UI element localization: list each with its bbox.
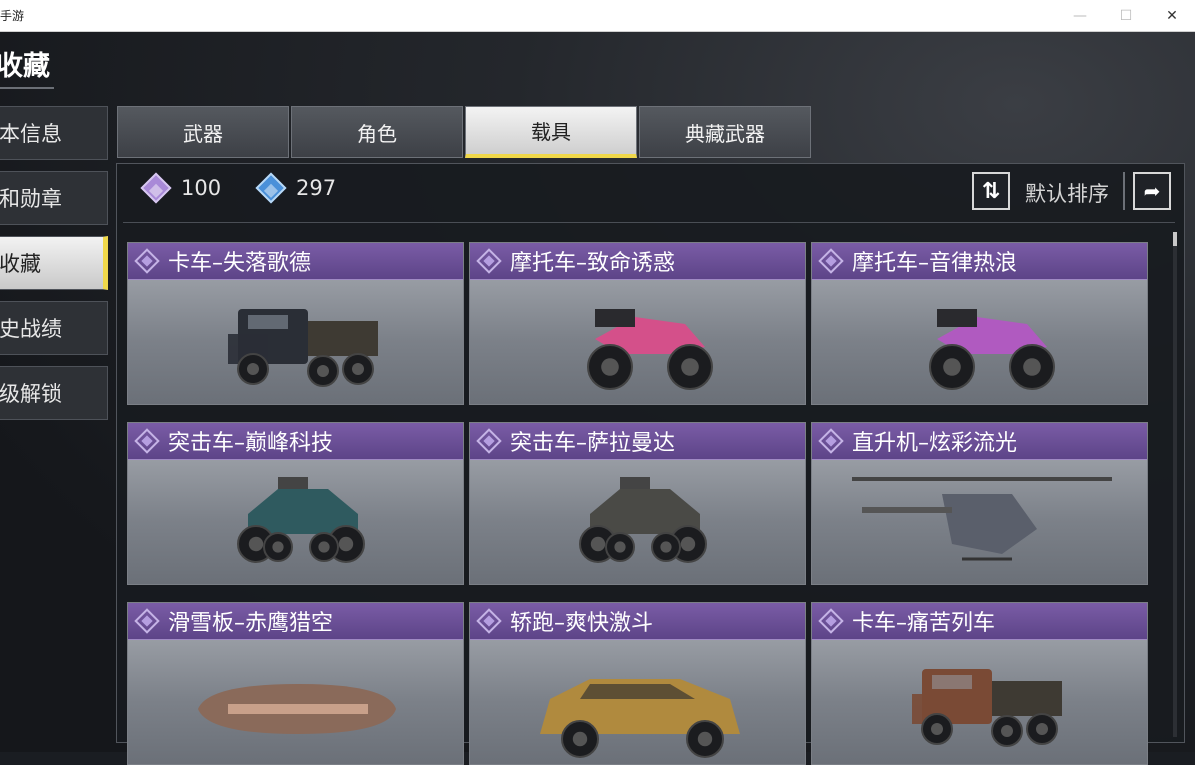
card-header: 轿跑–爽快激斗 — [470, 603, 805, 640]
vehicle-name: 突击车–巅峰科技 — [168, 431, 334, 456]
rarity-gem-icon — [134, 248, 160, 274]
sidebar-item-2[interactable]: 收藏 — [0, 236, 108, 290]
purple-currency-value: 100 — [181, 176, 222, 200]
vehicle-image — [912, 669, 1062, 747]
page-title: 收藏 — [0, 44, 54, 89]
rarity-gem-icon — [818, 248, 844, 274]
rarity-gem-icon — [134, 428, 160, 454]
tab-0[interactable]: 武器 — [117, 106, 289, 158]
vehicle-card[interactable]: 突击车–巅峰科技 — [127, 422, 464, 585]
vehicle-image — [237, 477, 365, 563]
sidebar-item-label: 徽章和勋章 — [0, 187, 62, 211]
vehicle-image — [540, 679, 740, 758]
sidebar-item-1[interactable]: 徽章和勋章 — [0, 171, 108, 225]
rarity-gem-icon — [134, 608, 160, 634]
window-titlebar: 手游 — ☐ ✕ — [0, 0, 1195, 32]
card-header: 直升机–炫彩流光 — [812, 423, 1147, 460]
purple-currency: 100 — [140, 172, 222, 204]
toolbar-divider — [1123, 172, 1125, 210]
sidebar-item-label: 等级解锁 — [0, 382, 62, 406]
vehicle-card[interactable]: 摩托车–音律热浪 — [811, 242, 1148, 405]
vehicle-preview — [470, 279, 805, 404]
maximize-button[interactable]: ☐ — [1103, 0, 1149, 31]
collection-panel: 100 297 ⇅ 默认排序 ➦ 卡车–失落歌德 摩托车–致命诱惑 摩托车–音律… — [116, 163, 1185, 765]
vehicle-preview — [812, 279, 1147, 404]
vehicle-card[interactable]: 滑雪板–赤鹰猎空 — [127, 602, 464, 765]
vehicle-name: 轿跑–爽快激斗 — [510, 611, 654, 636]
sidebar-item-4[interactable]: 等级解锁 — [0, 366, 108, 420]
vehicle-card[interactable]: 轿跑–爽快激斗 — [469, 602, 806, 765]
scrollbar[interactable] — [1173, 232, 1177, 737]
vehicle-card[interactable]: 卡车–失落歌德 — [127, 242, 464, 405]
tab-1[interactable]: 角色 — [291, 106, 463, 158]
swap-vertical-icon[interactable]: ⇅ — [972, 172, 1010, 210]
card-header: 滑雪板–赤鹰猎空 — [128, 603, 463, 640]
sidebar-item-label: 收藏 — [0, 252, 41, 276]
vehicle-name: 直升机–炫彩流光 — [852, 431, 1018, 456]
game-screen: 收藏 基本信息徽章和勋章收藏历史战绩等级解锁 武器角色载具典藏武器 100 29… — [0, 32, 1195, 765]
vehicle-image — [587, 309, 713, 390]
vehicle-name: 滑雪板–赤鹰猎空 — [168, 611, 334, 636]
card-header: 摩托车–致命诱惑 — [470, 243, 805, 280]
vehicle-preview — [470, 459, 805, 584]
vehicle-image — [198, 684, 396, 734]
purple-gem-icon — [140, 172, 172, 204]
vehicle-card[interactable]: 直升机–炫彩流光 — [811, 422, 1148, 585]
vehicle-card[interactable]: 突击车–萨拉曼达 — [469, 422, 806, 585]
window-title: 手游 — [0, 9, 25, 23]
close-button[interactable]: ✕ — [1149, 0, 1195, 31]
tab-3[interactable]: 典藏武器 — [639, 106, 811, 158]
vehicle-preview — [128, 279, 463, 404]
card-header: 卡车–痛苦列车 — [812, 603, 1147, 640]
vehicle-image — [852, 477, 1112, 561]
card-header: 卡车–失落歌德 — [128, 243, 463, 280]
vehicle-preview — [128, 639, 463, 764]
vehicle-preview — [812, 459, 1147, 584]
rarity-gem-icon — [476, 248, 502, 274]
card-header: 突击车–巅峰科技 — [128, 423, 463, 460]
vehicle-name: 卡车–痛苦列车 — [852, 611, 996, 636]
sidebar-item-0[interactable]: 基本信息 — [0, 106, 108, 160]
blue-currency-value: 297 — [296, 176, 337, 200]
sidebar-item-label: 历史战绩 — [0, 317, 62, 341]
blue-currency: 297 — [255, 172, 337, 204]
vehicle-preview — [812, 639, 1147, 764]
rarity-gem-icon — [476, 608, 502, 634]
minimize-button[interactable]: — — [1057, 0, 1103, 31]
blue-gem-icon — [255, 172, 287, 204]
vehicle-preview — [470, 639, 805, 764]
vehicle-image — [228, 309, 378, 387]
scroll-thumb[interactable] — [1173, 232, 1177, 246]
panel-divider — [123, 222, 1175, 223]
vehicle-name: 卡车–失落歌德 — [168, 251, 312, 276]
vehicle-preview — [128, 459, 463, 584]
vehicle-name: 摩托车–致命诱惑 — [510, 251, 676, 276]
sort-dropdown[interactable]: 默认排序 — [1025, 178, 1109, 208]
rarity-gem-icon — [476, 428, 502, 454]
share-icon[interactable]: ➦ — [1133, 172, 1171, 210]
vehicle-name: 摩托车–音律热浪 — [852, 251, 1018, 276]
vehicle-card[interactable]: 摩托车–致命诱惑 — [469, 242, 806, 405]
sidebar-item-label: 基本信息 — [0, 122, 62, 146]
rarity-gem-icon — [818, 608, 844, 634]
vehicle-image — [929, 309, 1055, 390]
vehicle-image — [579, 477, 707, 563]
tab-2[interactable]: 载具 — [465, 106, 637, 158]
card-header: 摩托车–音律热浪 — [812, 243, 1147, 280]
rarity-gem-icon — [818, 428, 844, 454]
vehicle-card[interactable]: 卡车–痛苦列车 — [811, 602, 1148, 765]
vehicle-name: 突击车–萨拉曼达 — [510, 431, 676, 456]
card-header: 突击车–萨拉曼达 — [470, 423, 805, 460]
sidebar-item-3[interactable]: 历史战绩 — [0, 301, 108, 355]
